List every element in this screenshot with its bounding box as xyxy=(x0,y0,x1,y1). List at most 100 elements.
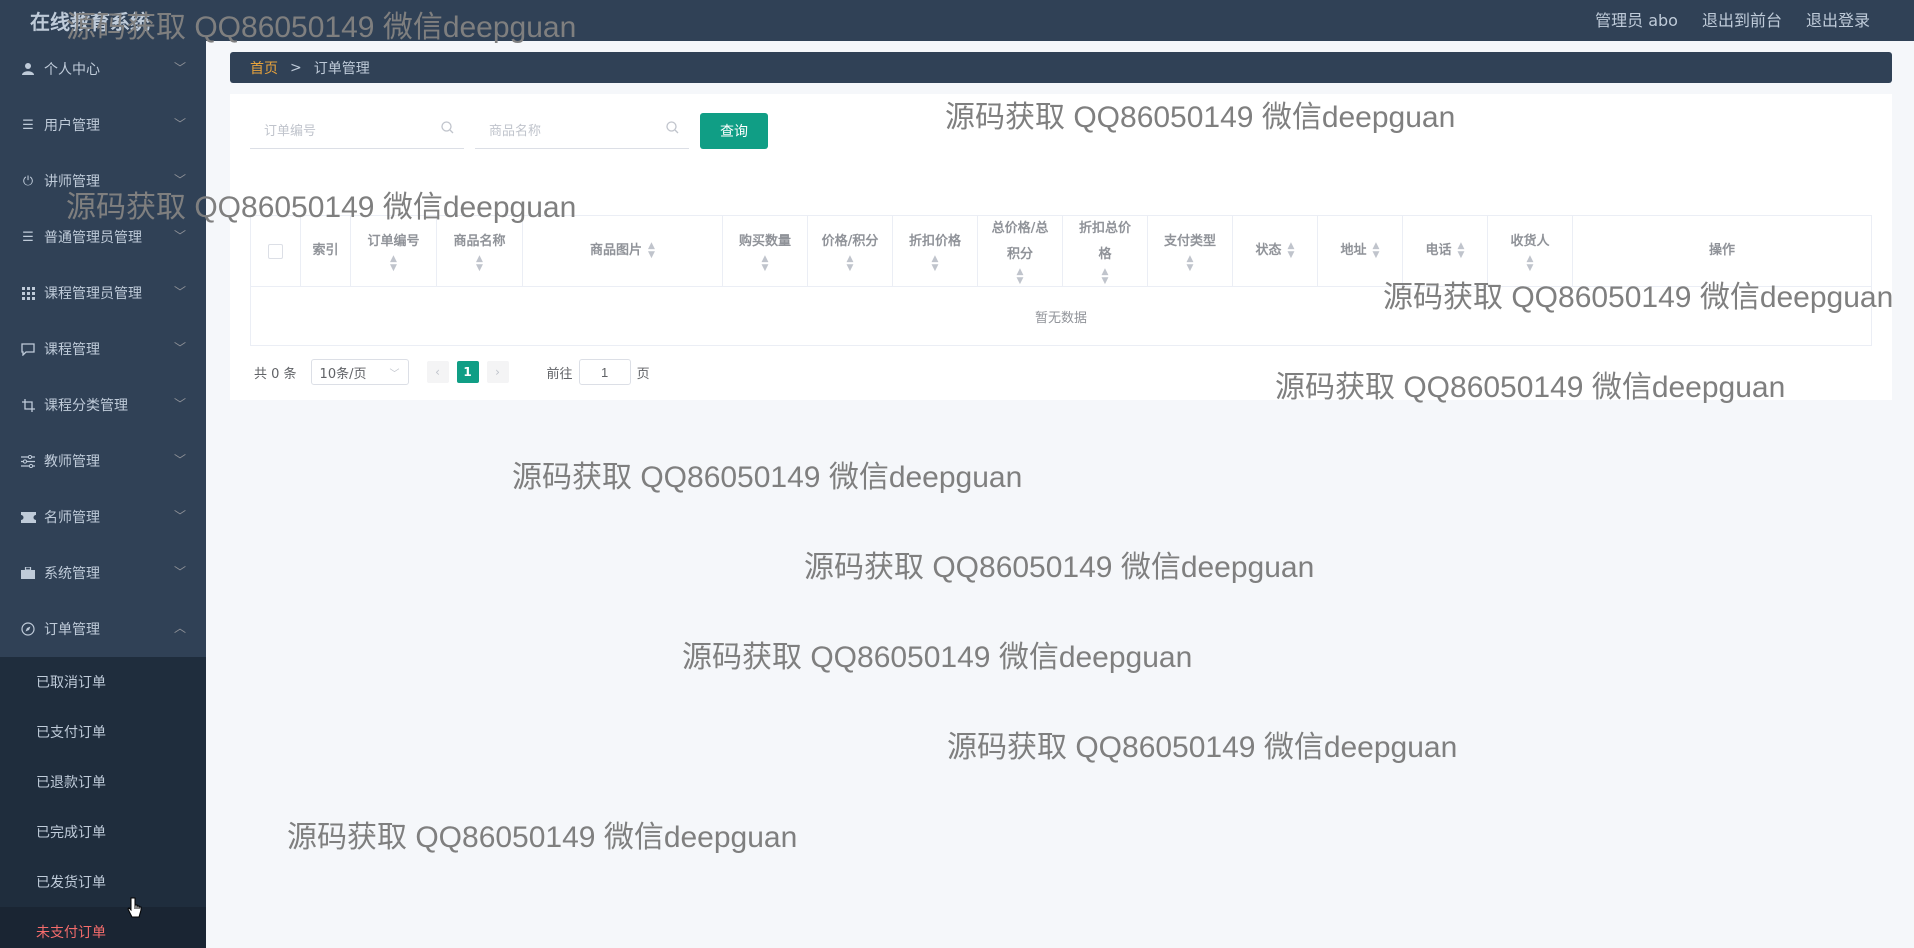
breadcrumb-home-link[interactable]: 首页 xyxy=(250,58,278,78)
sort-icon[interactable]: ▲ ▼ xyxy=(648,242,655,260)
chevron-down-icon: ﹀ xyxy=(173,453,186,467)
sort-icon[interactable]: ▲ ▼ xyxy=(476,255,483,273)
sidebar-item-label: 课程管理 xyxy=(44,342,100,358)
chevron-down-icon: ﹀ xyxy=(173,341,186,355)
sidebar-item-label: 订单管理 xyxy=(44,622,100,638)
column-label: 电话 xyxy=(1425,243,1452,258)
column-label: 商品名称 xyxy=(453,234,506,249)
column-label: 价格/积分 xyxy=(821,234,879,249)
watermark-text: 源码获取 QQ86050149 微信deepguan xyxy=(682,641,1193,674)
sidebar-item-label: 用户管理 xyxy=(44,118,100,134)
column-header-index: 索引 xyxy=(301,216,351,286)
watermark-text: 源码获取 QQ86050149 微信deepguan xyxy=(512,461,1023,494)
compass-icon xyxy=(20,621,36,637)
column-header-discount-price[interactable]: 折扣价格 ▲ ▼ xyxy=(893,216,978,286)
sidebar-item-label: 教师管理 xyxy=(44,454,100,470)
sidebar-subitem-refunded-orders[interactable]: 已退款订单 xyxy=(0,757,206,807)
search-icon xyxy=(666,121,679,138)
column-label: 购买数量 xyxy=(738,234,791,249)
sidebar-item-courses[interactable]: 课程管理 ﹀ xyxy=(0,321,206,377)
list-icon: ☰ xyxy=(22,117,34,133)
sort-icon[interactable]: ▲ ▼ xyxy=(1527,255,1534,273)
power-icon: ⏻ xyxy=(22,173,34,189)
sidebar-item-profile[interactable]: 个人中心 ﹀ xyxy=(0,41,206,97)
watermark-text: 源码获取 QQ86050149 微信deepguan xyxy=(1275,371,1786,404)
next-page-button[interactable]: › xyxy=(486,361,509,383)
search-icon xyxy=(441,121,454,138)
column-header-product-name[interactable]: 商品名称 ▲ ▼ xyxy=(437,216,523,286)
column-header-status[interactable]: 状态 ▲ ▼ xyxy=(1233,216,1318,286)
sidebar-item-system[interactable]: 系统管理 ﹀ xyxy=(0,545,206,601)
column-header-payment-type[interactable]: 支付类型 ▲ ▼ xyxy=(1148,216,1233,286)
chevron-down-icon: ﹀ xyxy=(173,509,186,523)
chevron-down-icon: ﹀ xyxy=(173,61,186,75)
sidebar-item-course-categories[interactable]: 课程分类管理 ﹀ xyxy=(0,377,206,433)
sidebar-item-users[interactable]: ☰ 用户管理 ﹀ xyxy=(0,97,206,153)
sort-icon[interactable]: ▲ ▼ xyxy=(390,255,397,273)
sort-icon[interactable]: ▲ ▼ xyxy=(1102,268,1109,286)
sidebar-item-famous-teachers[interactable]: 名师管理 ﹀ xyxy=(0,489,206,545)
sort-icon[interactable]: ▲ ▼ xyxy=(1458,242,1465,260)
page-button-current[interactable]: 1 xyxy=(456,361,479,383)
select-all-checkbox[interactable] xyxy=(268,243,283,259)
chevron-up-icon: ︿ xyxy=(173,621,186,635)
sidebar-item-label: 个人中心 xyxy=(44,62,100,78)
breadcrumb-separator: > xyxy=(290,59,302,76)
goto-prefix: 前往 xyxy=(546,366,573,382)
column-header-quantity[interactable]: 购买数量 ▲ ▼ xyxy=(723,216,808,286)
query-button[interactable]: 查询 xyxy=(700,113,768,149)
ticket-icon xyxy=(20,509,36,525)
sidebar-subitem-cancelled-orders[interactable]: 已取消订单 xyxy=(0,657,206,707)
chat-icon xyxy=(20,341,36,357)
sort-icon[interactable]: ▲ ▼ xyxy=(1187,255,1194,273)
sidebar-item-teachers[interactable]: 教师管理 ﹀ xyxy=(0,433,206,489)
sidebar-subitem-unpaid-orders[interactable]: 未支付订单 xyxy=(0,907,206,948)
sidebar-subitem-paid-orders[interactable]: 已支付订单 xyxy=(0,707,206,757)
page-size-select[interactable]: 10条/页 ﹀ xyxy=(310,359,409,385)
breadcrumb: 首页 > 订单管理 xyxy=(230,52,1892,83)
sort-icon[interactable]: ▲ ▼ xyxy=(1017,268,1024,286)
sidebar-subitem-shipped-orders[interactable]: 已发货订单 xyxy=(0,857,206,907)
sidebar-item-label: 普通管理员管理 xyxy=(44,230,142,246)
watermark-text: 源码获取 QQ86050149 微信deepguan xyxy=(1383,281,1894,314)
prev-page-button[interactable]: ‹ xyxy=(426,361,449,383)
column-label: 订单编号 xyxy=(367,234,420,249)
column-label: 总价格/总积分 xyxy=(991,221,1049,262)
goto-page-input[interactable] xyxy=(578,359,631,385)
watermark-text: 源码获取 QQ86050149 微信deepguan xyxy=(804,551,1315,584)
sidebar-item-label: 课程管理员管理 xyxy=(44,286,142,302)
sidebar-item-course-admins[interactable]: 课程管理员管理 ﹀ xyxy=(0,265,206,321)
column-header-order-no[interactable]: 订单编号 ▲ ▼ xyxy=(351,216,437,286)
product-name-input[interactable] xyxy=(475,111,661,149)
column-header-total-price[interactable]: 总价格/总积分 ▲ ▼ xyxy=(978,216,1063,286)
column-header-product-image[interactable]: 商品图片 ▲ ▼ xyxy=(523,216,723,286)
sidebar-item-label: 系统管理 xyxy=(44,566,100,582)
watermark-text: 源码获取 QQ86050149 微信deepguan xyxy=(66,11,577,44)
breadcrumb-current: 订单管理 xyxy=(313,60,370,77)
back-to-frontend-link[interactable]: 退出到前台 xyxy=(1702,7,1782,31)
order-no-input[interactable] xyxy=(250,111,436,149)
column-label: 支付类型 xyxy=(1163,234,1216,249)
column-header-price[interactable]: 价格/积分 ▲ ▼ xyxy=(808,216,893,286)
column-label: 折扣总价格 xyxy=(1078,221,1131,262)
sort-icon[interactable]: ▲ ▼ xyxy=(932,255,939,273)
sidebar-subitem-completed-orders[interactable]: 已完成订单 xyxy=(0,807,206,857)
current-user-label: 管理员 abo xyxy=(1595,11,1678,30)
sort-icon[interactable]: ▲ ▼ xyxy=(1288,242,1295,260)
column-label: 收货人 xyxy=(1510,234,1550,249)
goto-suffix: 页 xyxy=(636,366,650,382)
total-count: 共 0 条 xyxy=(254,366,297,382)
mouse-cursor-icon xyxy=(127,897,143,924)
sliders-icon xyxy=(20,453,36,469)
watermark-text: 源码获取 QQ86050149 微信deepguan xyxy=(66,191,577,224)
watermark-text: 源码获取 QQ86050149 微信deepguan xyxy=(287,821,798,854)
logout-link[interactable]: 退出登录 xyxy=(1806,7,1870,31)
column-header-discount-total[interactable]: 折扣总价格 ▲ ▼ xyxy=(1063,216,1148,286)
column-label: 操作 xyxy=(1708,243,1735,258)
sidebar-item-orders[interactable]: 订单管理 ︿ xyxy=(0,601,206,657)
user-icon xyxy=(20,61,36,77)
sort-icon[interactable]: ▲ ▼ xyxy=(762,255,769,273)
sort-icon[interactable]: ▲ ▼ xyxy=(847,255,854,273)
sort-icon[interactable]: ▲ ▼ xyxy=(1373,242,1380,260)
top-links: 管理员 abo 退出到前台 退出登录 xyxy=(1595,7,1870,31)
